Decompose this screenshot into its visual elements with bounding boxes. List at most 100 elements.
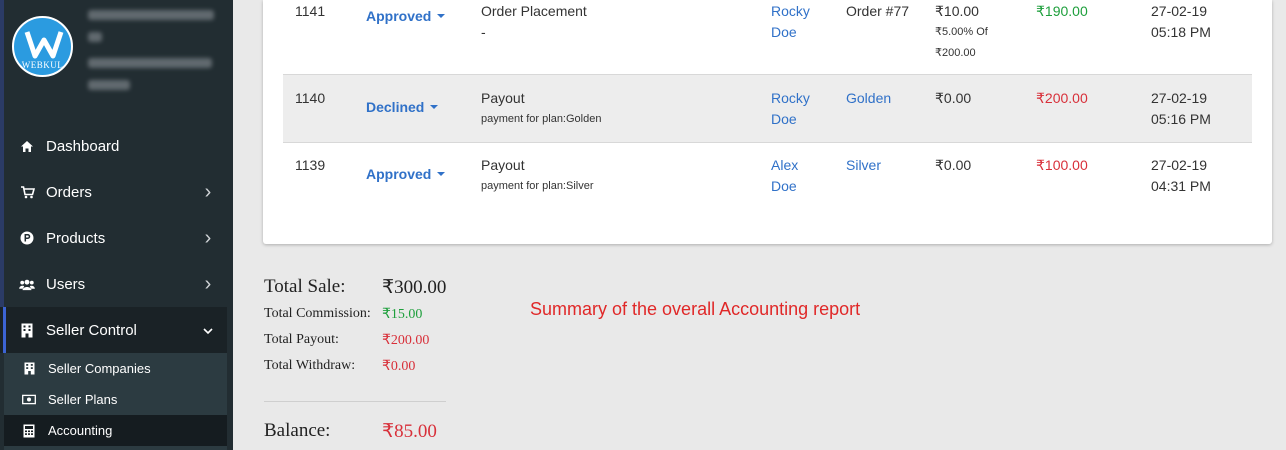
user-first-name: Rocky bbox=[771, 3, 810, 19]
total-commission-label: Total Commission: bbox=[264, 306, 371, 321]
total-commission-value: ₹15.00 bbox=[382, 307, 423, 322]
status-label: Declined bbox=[366, 99, 425, 115]
commission-cell: ₹10.00 ₹5.00% Of ₹200.00 bbox=[935, 1, 988, 64]
caret-down-icon bbox=[437, 172, 446, 176]
status-label: Approved bbox=[366, 166, 432, 182]
users-icon bbox=[19, 276, 35, 292]
sidebar: WEBKUL Dashboard Orders › Products › Use… bbox=[0, 0, 233, 450]
user-link[interactable]: Rocky Doe bbox=[771, 88, 810, 130]
total-payout-label: Total Payout: bbox=[264, 332, 339, 347]
transaction-type-label: Payout bbox=[481, 157, 525, 173]
blurred-user-name-2 bbox=[88, 32, 102, 42]
date-value: 27-02-19 bbox=[1151, 157, 1208, 173]
user-last-name: Doe bbox=[771, 178, 797, 194]
sub-nav-seller-companies-label: Seller Companies bbox=[48, 361, 151, 376]
total-payout-value: ₹200.00 bbox=[382, 333, 430, 348]
amount-value: ₹190.00 bbox=[1036, 3, 1088, 19]
transaction-type-detail: payment for plan:Silver bbox=[481, 180, 594, 192]
table-row: 1141 Approved Order Placement - Rocky Do… bbox=[283, 0, 1252, 74]
chevron-right-icon: › bbox=[204, 180, 212, 203]
annotation-text: Summary of the overall Accounting report bbox=[530, 299, 861, 319]
transaction-type-detail: payment for plan:Golden bbox=[481, 113, 602, 125]
webkul-logo[interactable]: WEBKUL bbox=[12, 16, 73, 77]
caret-down-icon bbox=[430, 105, 439, 109]
chevron-right-icon: › bbox=[204, 272, 212, 295]
transaction-type-label: Payout bbox=[481, 90, 525, 106]
building-icon bbox=[22, 362, 36, 376]
nav-dashboard-label: Dashboard bbox=[46, 137, 120, 155]
nav-seller-control-label: Seller Control bbox=[46, 321, 137, 339]
user-link[interactable]: Alex Doe bbox=[771, 155, 798, 197]
row-id: 1139 bbox=[295, 157, 326, 173]
user-first-name: Alex bbox=[771, 157, 799, 173]
amount-value: ₹100.00 bbox=[1036, 157, 1088, 173]
commission-note: ₹5.00% Of bbox=[935, 26, 988, 38]
status-label: Approved bbox=[366, 8, 432, 24]
user-last-name: Doe bbox=[771, 111, 797, 127]
total-withdraw-value: ₹0.00 bbox=[382, 359, 416, 374]
building-icon bbox=[19, 322, 35, 338]
blurred-user-email-2 bbox=[88, 80, 130, 90]
transaction-type: Order Placement - bbox=[481, 1, 587, 43]
product-icon bbox=[19, 230, 35, 246]
transaction-type: Payout payment for plan:Silver bbox=[481, 155, 594, 197]
date-cell: 27-02-19 04:31 PM bbox=[1151, 155, 1211, 197]
user-link[interactable]: Rocky Doe bbox=[771, 1, 810, 43]
row-id: 1141 bbox=[295, 3, 326, 19]
user-last-name: Doe bbox=[771, 24, 797, 40]
time-value: 04:31 PM bbox=[1151, 178, 1211, 194]
transaction-type-detail: - bbox=[481, 24, 486, 40]
chevron-right-icon: › bbox=[204, 226, 212, 249]
status-dropdown[interactable]: Approved bbox=[366, 166, 446, 182]
balance-value: ₹85.00 bbox=[382, 421, 437, 442]
date-cell: 27-02-19 05:18 PM bbox=[1151, 1, 1211, 43]
sub-nav-accounting[interactable]: Accounting bbox=[4, 415, 227, 446]
total-sale-label: Total Sale: bbox=[264, 276, 346, 297]
date-cell: 27-02-19 05:16 PM bbox=[1151, 88, 1211, 130]
transaction-type: Payout payment for plan:Golden bbox=[481, 88, 601, 130]
sub-nav-seller-plans-label: Seller Plans bbox=[48, 392, 118, 407]
status-dropdown[interactable]: Declined bbox=[366, 99, 439, 115]
total-sale-value: ₹300.00 bbox=[382, 277, 447, 298]
caret-down-icon bbox=[437, 14, 446, 18]
cart-icon bbox=[19, 184, 35, 200]
summary-divider bbox=[264, 401, 446, 402]
status-dropdown[interactable]: Approved bbox=[366, 8, 446, 24]
calculator-icon bbox=[22, 424, 36, 438]
sub-nav-accounting-label: Accounting bbox=[48, 423, 113, 438]
user-first-name: Rocky bbox=[771, 90, 810, 106]
logo-text: WEBKUL bbox=[21, 60, 64, 70]
date-value: 27-02-19 bbox=[1151, 90, 1208, 106]
nav-dashboard[interactable]: Dashboard bbox=[0, 123, 227, 169]
time-value: 05:18 PM bbox=[1151, 24, 1211, 40]
chevron-down-icon bbox=[201, 323, 215, 338]
nav-users-label: Users bbox=[46, 275, 86, 293]
time-value: 05:16 PM bbox=[1151, 111, 1211, 127]
reference-label: Order #77 bbox=[846, 3, 910, 19]
commission-value: ₹0.00 bbox=[935, 157, 972, 173]
nav-orders-label: Orders bbox=[46, 183, 92, 201]
commission-value: ₹10.00 bbox=[935, 3, 979, 19]
commission-base: ₹200.00 bbox=[935, 47, 976, 59]
plan-link[interactable]: Golden bbox=[846, 88, 891, 109]
nav-users[interactable]: Users › bbox=[0, 261, 227, 307]
money-icon bbox=[22, 393, 36, 407]
table-row: 1139 Approved Payout payment for plan:Si… bbox=[283, 143, 1252, 210]
blurred-user-email bbox=[88, 58, 212, 68]
nav-seller-control[interactable]: Seller Control bbox=[0, 307, 227, 353]
blurred-user-name bbox=[88, 10, 214, 20]
balance-label: Balance: bbox=[264, 420, 331, 441]
row-id: 1140 bbox=[295, 90, 326, 106]
amount-value: ₹200.00 bbox=[1036, 90, 1088, 106]
nav-orders[interactable]: Orders › bbox=[0, 169, 227, 215]
total-withdraw-label: Total Withdraw: bbox=[264, 358, 356, 373]
commission-value: ₹0.00 bbox=[935, 90, 972, 106]
sub-nav-seller-plans[interactable]: Seller Plans bbox=[4, 384, 227, 415]
table-row: 1140 Declined Payout payment for plan:Go… bbox=[283, 75, 1252, 142]
plan-link[interactable]: Silver bbox=[846, 155, 881, 176]
nav-products[interactable]: Products › bbox=[0, 215, 227, 261]
sub-nav-seller-companies[interactable]: Seller Companies bbox=[4, 353, 227, 384]
date-value: 27-02-19 bbox=[1151, 3, 1208, 19]
transaction-type-label: Order Placement bbox=[481, 3, 587, 19]
nav-products-label: Products bbox=[46, 229, 106, 247]
